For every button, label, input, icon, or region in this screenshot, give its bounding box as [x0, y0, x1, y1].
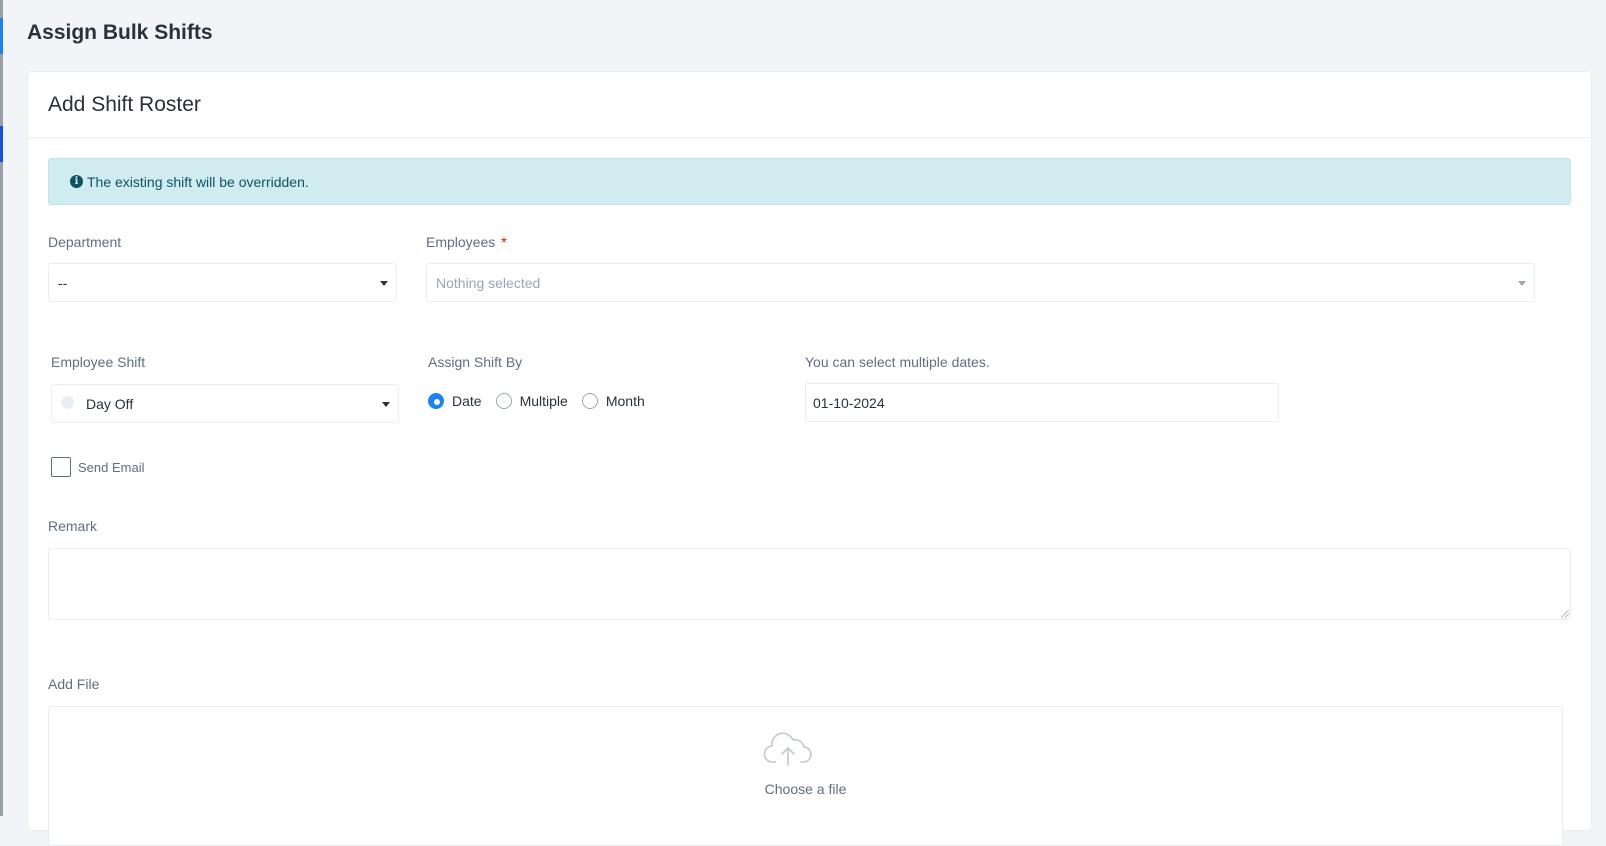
chevron-down-icon — [380, 281, 388, 286]
radio-button-month[interactable] — [581, 393, 598, 409]
radio-button-date[interactable] — [428, 393, 444, 409]
sidebar-edge — [0, 0, 3, 816]
page-title: Assign Bulk Shifts — [27, 21, 213, 44]
radio-label-date: Date — [452, 393, 482, 409]
assign-shift-by-label: Assign Shift By — [428, 354, 523, 370]
radio-option-month[interactable]: Month — [581, 393, 645, 409]
employee-shift-label: Employee Shift — [51, 354, 146, 370]
radio-button-multiple[interactable] — [495, 393, 512, 409]
card-header: Add Shift Roster — [28, 72, 1591, 138]
chevron-down-icon — [1518, 281, 1526, 286]
sidebar-active-marker-secondary — [0, 126, 3, 162]
send-email-row: Send Email — [51, 457, 144, 477]
radio-label-multiple: Multiple — [519, 393, 568, 409]
assign-shift-by-radio-group: Date Multiple Month — [428, 393, 659, 409]
card-title: Add Shift Roster — [48, 92, 201, 116]
employee-shift-select[interactable]: Day Off — [51, 384, 399, 423]
send-email-checkbox[interactable] — [51, 457, 71, 477]
chevron-down-icon — [382, 402, 390, 407]
radio-option-multiple[interactable]: Multiple — [495, 393, 568, 409]
employees-label-text: Employees — [426, 234, 496, 250]
resize-handle-icon[interactable] — [1561, 610, 1569, 618]
add-shift-roster-card: Add Shift Roster i The existing shift wi… — [27, 71, 1592, 846]
employees-placeholder: Nothing selected — [436, 274, 541, 291]
info-circle-icon: i — [70, 175, 83, 188]
choose-file-text[interactable]: Choose a file — [49, 781, 1562, 797]
add-file-label: Add File — [48, 676, 100, 692]
department-label: Department — [48, 234, 122, 250]
cloud-upload-icon — [763, 732, 812, 766]
multiple-dates-label: You can select multiple dates. — [805, 354, 990, 370]
department-value: -- — [58, 274, 68, 291]
department-select[interactable]: -- — [48, 263, 397, 302]
radio-label-month: Month — [605, 393, 645, 409]
remark-label: Remark — [48, 518, 98, 534]
employees-label: Employees * — [426, 234, 507, 250]
date-input[interactable]: 01-10-2024 — [805, 383, 1279, 422]
shift-color-dot-icon — [61, 396, 74, 409]
radio-option-date[interactable]: Date — [428, 393, 482, 409]
alert-message: The existing shift will be overridden. — [87, 173, 309, 190]
sidebar-active-marker — [0, 18, 3, 54]
employee-shift-value: Day Off — [86, 395, 134, 412]
date-value: 01-10-2024 — [813, 394, 885, 411]
remark-textarea[interactable] — [48, 548, 1571, 620]
required-asterisk: * — [501, 234, 507, 250]
employees-select[interactable]: Nothing selected — [426, 263, 1535, 302]
override-alert: i The existing shift will be overridden. — [48, 158, 1571, 205]
file-dropzone[interactable]: Choose a file — [48, 706, 1563, 846]
send-email-label: Send Email — [78, 459, 145, 475]
